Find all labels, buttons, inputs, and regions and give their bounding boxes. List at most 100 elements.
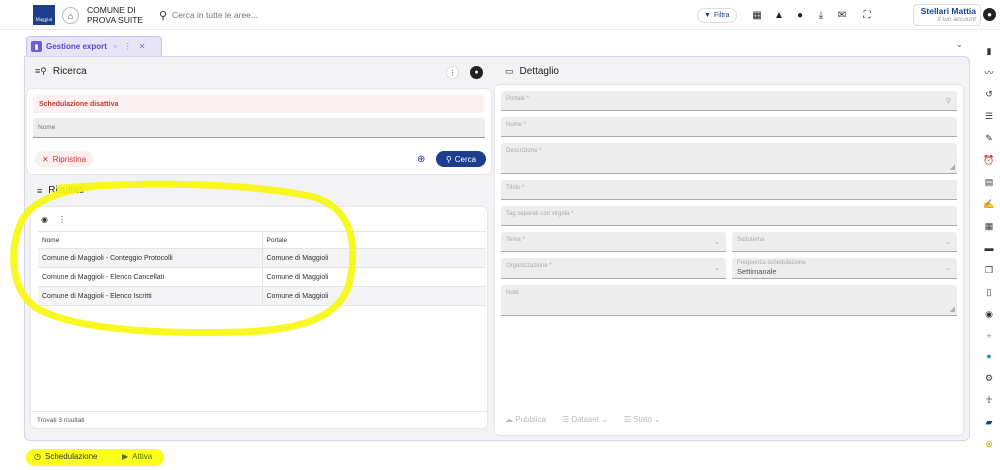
calculator-icon[interactable]: ▦: [983, 220, 995, 232]
search-list-icon: ≡⚲: [35, 66, 47, 76]
pin-icon[interactable]: ✎: [983, 132, 995, 144]
portale-field[interactable]: Portale * ⚲: [501, 91, 957, 111]
footer-bar: ◷ Schedulazione ▶ Attiva: [0, 446, 975, 470]
chevron-down-icon[interactable]: ⌄: [956, 40, 963, 49]
help-circle-icon[interactable]: ◉: [983, 308, 995, 320]
edit-note-icon[interactable]: ✍: [983, 198, 995, 210]
warning-icon[interactable]: ▲: [772, 8, 786, 22]
pubblica-button[interactable]: ☁ Pubblica: [505, 415, 546, 424]
comune-name: COMUNE DI PROVA SUITE: [87, 5, 143, 25]
eye-icon[interactable]: ◉: [41, 215, 48, 224]
tag-field[interactable]: Tag separati con virgola *: [501, 206, 957, 226]
file-icon[interactable]: ▯: [983, 286, 995, 298]
history-icon[interactable]: ↺: [983, 88, 995, 100]
app-header: Maggiol ⌂ COMUNE DI PROVA SUITE ⚲ ▼ Filt…: [0, 0, 1000, 30]
stato-label: Stato: [633, 415, 652, 424]
tema-label: Tema *: [506, 237, 525, 243]
attiva-label: Attiva: [132, 452, 153, 461]
dataset-button[interactable]: ☰ Dataset ⌄: [562, 415, 608, 424]
main-panel: ≡⚲ Ricerca ⋮ ● Schedulazione disattiva N…: [24, 56, 970, 441]
dettaglio-header: ▭ Dettaglio: [505, 66, 559, 77]
bell-icon[interactable]: ●: [793, 8, 807, 22]
user-avatar-icon[interactable]: ●: [983, 8, 996, 21]
table-row[interactable]: Comune di Maggioli - Elenco Iscritti Com…: [38, 286, 486, 306]
tab-gestione-export[interactable]: ▮ Gestione export ▫ ⋮ ✕: [26, 36, 162, 56]
plus-icon[interactable]: +: [983, 330, 995, 342]
column-header-portale[interactable]: Portale: [262, 231, 486, 249]
search-button[interactable]: ⚲ Cerca: [436, 151, 486, 167]
stato-button[interactable]: ☰ Stato ⌄: [624, 415, 661, 424]
results-menu-icon[interactable]: ⋮: [58, 215, 66, 224]
reset-button[interactable]: ✕ Ripristina: [35, 151, 94, 167]
results-table: Nome Portale Comune di Maggioli - Conteg…: [38, 231, 486, 306]
tab-label: Gestione export: [46, 42, 107, 51]
frequenza-value: Settimanale: [737, 267, 777, 276]
schedulazione-button[interactable]: ◷ Schedulazione: [34, 452, 97, 461]
ricerca-card: Schedulazione disattiva Nome ✕ Ripristin…: [27, 89, 491, 174]
mail-icon[interactable]: ✉: [835, 8, 849, 22]
alarm-icon[interactable]: ⏰: [983, 154, 995, 166]
user-account[interactable]: Stellari Mattia Il tuo account: [913, 4, 981, 26]
download-icon[interactable]: ⤓: [814, 8, 828, 22]
frequenza-select[interactable]: Frequenza schedulazione Settimanale ⌄: [732, 258, 957, 279]
zoom-in-icon[interactable]: ⊕: [417, 154, 425, 165]
resize-handle-icon[interactable]: ◢: [950, 305, 955, 313]
nome-search-field[interactable]: Nome: [33, 118, 485, 138]
detail-actions: ☁ Pubblica ☰ Dataset ⌄ ☰ Stato ⌄: [505, 415, 661, 424]
ricerca-title: Ricerca: [52, 66, 87, 77]
results-count: Trovati 3 risultati: [31, 411, 487, 428]
descrizione-field[interactable]: Descrizione * ◢: [501, 143, 957, 174]
ricerca-header: ≡⚲ Ricerca: [35, 66, 87, 77]
close-tab-icon[interactable]: ✕: [139, 42, 146, 51]
list-check-icon[interactable]: ☰: [983, 110, 995, 122]
portale-label: Portale *: [506, 96, 530, 102]
risultati-card: ◉ ⋮ Nome Portale Comune di Maggioli - Co…: [31, 207, 487, 428]
ricerca-menu-icon[interactable]: ⋮: [446, 66, 459, 79]
table-row[interactable]: Comune di Maggioli - Elenco Cancellati C…: [38, 267, 486, 287]
organizzazione-select[interactable]: Organizzazione * ⌄: [501, 258, 726, 279]
schedulazione-alert: Schedulazione disattiva: [33, 95, 485, 113]
search-label: Cerca: [454, 154, 477, 164]
tab-menu-icon[interactable]: ⋮: [124, 42, 132, 51]
location-icon[interactable]: ●: [983, 350, 995, 362]
book-icon[interactable]: ▮: [983, 45, 995, 57]
titolo-label: Titolo *: [506, 185, 525, 191]
home-icon[interactable]: ⌂: [62, 7, 79, 24]
global-search-input[interactable]: [172, 10, 652, 20]
attiva-button[interactable]: ▶ Attiva: [122, 452, 152, 461]
sottotema-select[interactable]: Sottotema ⌄: [732, 232, 957, 252]
copy-icon[interactable]: ❐: [983, 264, 995, 276]
column-header-nome[interactable]: Nome: [38, 231, 263, 249]
bookmark-icon[interactable]: ▫: [114, 42, 117, 51]
trend-icon[interactable]: 〰: [983, 66, 995, 78]
user-subtitle: Il tuo account: [937, 16, 976, 23]
logo-text: Maggiol: [35, 18, 53, 23]
organizzazione-label: Organizzazione *: [506, 263, 552, 269]
tema-select[interactable]: Tema * ⌄: [501, 232, 726, 252]
support-icon[interactable]: ⊗: [983, 438, 995, 450]
tag-label: Tag separati con virgola *: [506, 211, 574, 217]
document-icon[interactable]: ▬: [983, 242, 995, 254]
cell-portale: Comune di Maggioli: [262, 286, 486, 306]
titolo-field[interactable]: Titolo *: [501, 180, 957, 200]
nome-field[interactable]: Nome *: [501, 117, 957, 137]
resize-handle-icon[interactable]: ◢: [950, 163, 955, 171]
comune-line-1: COMUNE DI: [87, 5, 136, 15]
filter-button[interactable]: ▼ Filtra: [697, 8, 737, 23]
calendar-clock-icon[interactable]: ▤: [983, 176, 995, 188]
fullscreen-icon[interactable]: ⛶: [860, 8, 874, 22]
note-field[interactable]: Note ◢: [501, 285, 957, 316]
settings-icon[interactable]: ⚙: [983, 372, 995, 384]
apps-grid-icon[interactable]: ▦: [750, 8, 764, 22]
chevron-down-icon: ⌄: [945, 265, 951, 272]
search-icon: ⚲: [158, 9, 168, 22]
search-icon: ⚲: [945, 98, 951, 105]
ricerca-collapse-icon[interactable]: ●: [470, 66, 483, 79]
dataset-icon: ☰: [561, 415, 572, 424]
accessibility-icon[interactable]: ☥: [983, 394, 995, 406]
maggioli-logo[interactable]: Maggiol: [33, 5, 55, 25]
table-header-row: Nome Portale: [38, 231, 486, 249]
chat-icon[interactable]: ▰: [983, 416, 995, 428]
table-row[interactable]: Comune di Maggioli - Conteggio Protocoll…: [38, 248, 486, 268]
dataset-label: Dataset: [571, 415, 599, 424]
